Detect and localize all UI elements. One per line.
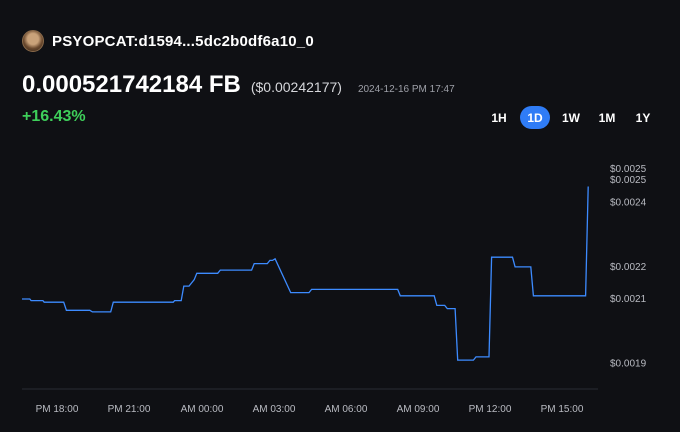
x-tick-label: PM 15:00 xyxy=(541,404,584,415)
y-axis-labels: $0.0025$0.0025 $0.0024 $0.0022 $0.0021 $0.00… xyxy=(610,164,647,369)
price-chart: $0.0025$0.0025 $0.0024 $0.0022 $0.0021 $0.00… xyxy=(22,164,647,415)
x-tick-label: AM 03:00 xyxy=(253,404,296,415)
y-tick-label: $0.0022 xyxy=(610,262,647,273)
x-tick-label: PM 21:00 xyxy=(108,404,151,415)
price-line xyxy=(22,186,589,361)
y-tick-label: $0.0024 xyxy=(610,198,647,209)
y-tick-label: $0.0021 xyxy=(610,294,647,305)
y-tick-label: $0.0025 xyxy=(610,175,647,186)
x-tick-label: PM 12:00 xyxy=(469,404,512,415)
y-tick-label: $0.0019 xyxy=(610,358,647,369)
x-axis-labels: PM 18:00 PM 21:00 AM 00:00 AM 03:00 AM 06:00… xyxy=(36,404,584,415)
x-tick-label: AM 09:00 xyxy=(397,404,440,415)
x-tick-label: AM 06:00 xyxy=(325,404,368,415)
x-tick-label: PM 18:00 xyxy=(36,404,79,415)
x-tick-label: AM 00:00 xyxy=(181,404,224,415)
y-tick-label: $0.0025 xyxy=(610,164,647,175)
